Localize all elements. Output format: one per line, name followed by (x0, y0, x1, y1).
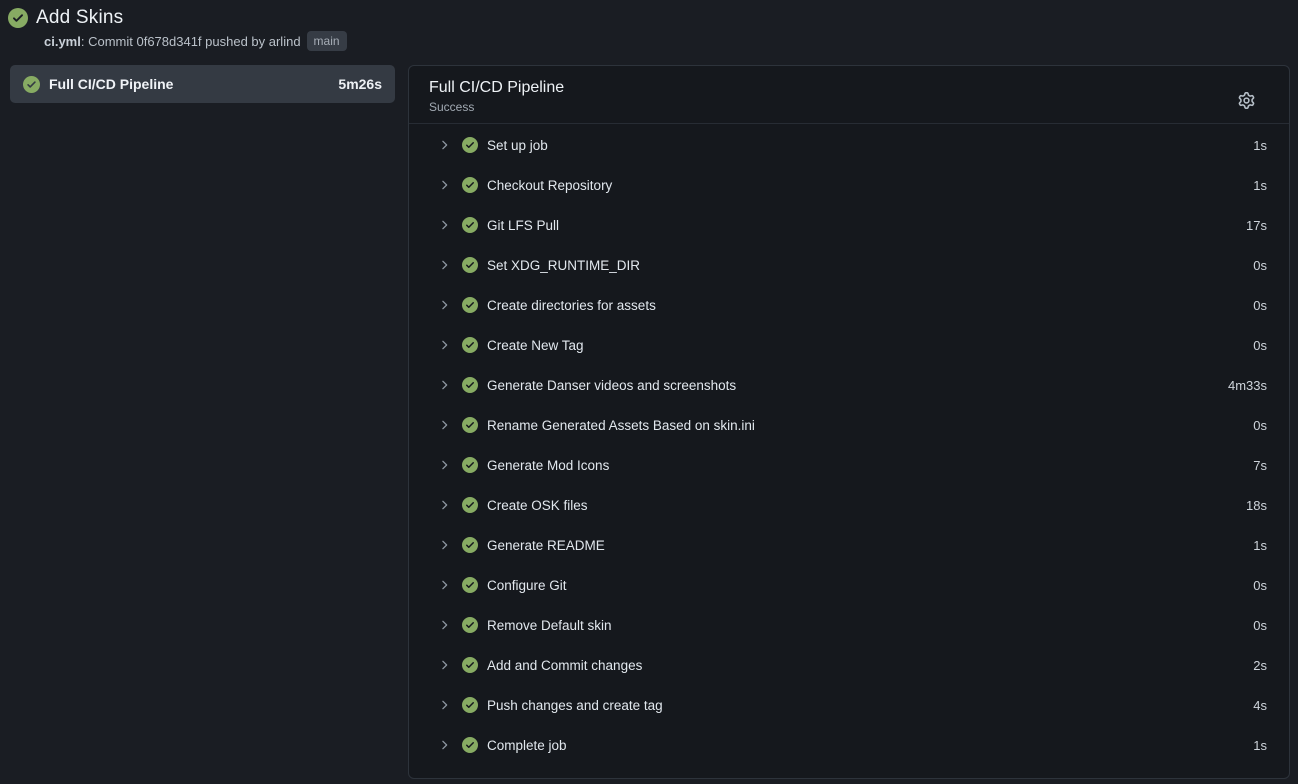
step-name: Add and Commit changes (487, 658, 1253, 673)
step-duration: 0s (1253, 258, 1267, 273)
step-row[interactable]: Push changes and create tag 4s (409, 685, 1289, 725)
step-row[interactable]: Configure Git 0s (409, 565, 1289, 605)
step-success-check-icon (462, 537, 478, 553)
jobs-sidebar: Full CI/CD Pipeline 5m26s (10, 65, 395, 779)
step-success-check-icon (462, 417, 478, 433)
chevron-right-icon[interactable] (437, 418, 451, 432)
step-duration: 1s (1253, 138, 1267, 153)
steps-list: Set up job 1s Checkout Repository 1s (409, 124, 1289, 778)
workflow-file-name: ci.yml (44, 34, 81, 49)
chevron-right-icon[interactable] (437, 258, 451, 272)
chevron-right-icon[interactable] (437, 378, 451, 392)
step-name: Generate README (487, 538, 1253, 553)
run-content: Full CI/CD Pipeline 5m26s Full CI/CD Pip… (0, 65, 1298, 779)
step-success-check-icon (462, 177, 478, 193)
step-name: Checkout Repository (487, 178, 1253, 193)
step-duration: 4s (1253, 698, 1267, 713)
step-row[interactable]: Add and Commit changes 2s (409, 645, 1289, 685)
step-duration: 7s (1253, 458, 1267, 473)
step-success-check-icon (462, 617, 478, 633)
step-duration: 0s (1253, 578, 1267, 593)
job-name: Full CI/CD Pipeline (49, 76, 329, 92)
panel-job-status: Success (429, 100, 1233, 114)
gear-icon[interactable] (1233, 87, 1259, 113)
run-subtitle: ci.yml: Commit 0f678d341f pushed by arli… (44, 31, 1286, 51)
step-name: Push changes and create tag (487, 698, 1253, 713)
step-duration: 2s (1253, 658, 1267, 673)
step-success-check-icon (462, 377, 478, 393)
run-success-check-icon (8, 8, 28, 28)
step-name: Remove Default skin (487, 618, 1253, 633)
step-row[interactable]: Git LFS Pull 17s (409, 205, 1289, 245)
step-success-check-icon (462, 697, 478, 713)
chevron-right-icon[interactable] (437, 178, 451, 192)
chevron-right-icon[interactable] (437, 618, 451, 632)
step-success-check-icon (462, 297, 478, 313)
commit-push-text: : Commit 0f678d341f pushed by arlind (81, 34, 301, 49)
run-title: Add Skins (36, 7, 123, 29)
step-duration: 1s (1253, 538, 1267, 553)
step-name: Configure Git (487, 578, 1253, 593)
chevron-right-icon[interactable] (437, 498, 451, 512)
step-row[interactable]: Generate Mod Icons 7s (409, 445, 1289, 485)
step-row[interactable]: Checkout Repository 1s (409, 165, 1289, 205)
chevron-right-icon[interactable] (437, 218, 451, 232)
step-row[interactable]: Create New Tag 0s (409, 325, 1289, 365)
chevron-right-icon[interactable] (437, 338, 451, 352)
step-row[interactable]: Complete job 1s (409, 725, 1289, 765)
step-name: Generate Mod Icons (487, 458, 1253, 473)
chevron-right-icon[interactable] (437, 458, 451, 472)
step-success-check-icon (462, 657, 478, 673)
step-duration: 0s (1253, 338, 1267, 353)
step-name: Complete job (487, 738, 1253, 753)
step-duration: 1s (1253, 738, 1267, 753)
chevron-right-icon[interactable] (437, 738, 451, 752)
step-success-check-icon (462, 217, 478, 233)
step-success-check-icon (462, 577, 478, 593)
step-row[interactable]: Generate README 1s (409, 525, 1289, 565)
panel-header: Full CI/CD Pipeline Success (409, 66, 1289, 124)
step-row[interactable]: Create OSK files 18s (409, 485, 1289, 525)
step-success-check-icon (462, 137, 478, 153)
job-details-panel: Full CI/CD Pipeline Success Set up job 1… (408, 65, 1290, 779)
step-duration: 18s (1246, 498, 1267, 513)
chevron-right-icon[interactable] (437, 298, 451, 312)
step-name: Create New Tag (487, 338, 1253, 353)
job-card[interactable]: Full CI/CD Pipeline 5m26s (10, 65, 395, 103)
step-duration: 17s (1246, 218, 1267, 233)
step-row[interactable]: Set up job 1s (409, 125, 1289, 165)
run-header: Add Skins ci.yml: Commit 0f678d341f push… (0, 0, 1298, 51)
chevron-right-icon[interactable] (437, 658, 451, 672)
chevron-right-icon[interactable] (437, 578, 451, 592)
step-row[interactable]: Remove Default skin 0s (409, 605, 1289, 645)
step-duration: 1s (1253, 178, 1267, 193)
step-name: Generate Danser videos and screenshots (487, 378, 1228, 393)
step-row[interactable]: Set XDG_RUNTIME_DIR 0s (409, 245, 1289, 285)
chevron-right-icon[interactable] (437, 698, 451, 712)
job-success-check-icon (23, 76, 40, 93)
step-success-check-icon (462, 457, 478, 473)
step-duration: 4m33s (1228, 378, 1267, 393)
step-duration: 0s (1253, 418, 1267, 433)
step-duration: 0s (1253, 618, 1267, 633)
step-name: Git LFS Pull (487, 218, 1246, 233)
step-row[interactable]: Create directories for assets 0s (409, 285, 1289, 325)
step-duration: 0s (1253, 298, 1267, 313)
step-success-check-icon (462, 737, 478, 753)
step-success-check-icon (462, 497, 478, 513)
step-row[interactable]: Generate Danser videos and screenshots 4… (409, 365, 1289, 405)
step-name: Create OSK files (487, 498, 1246, 513)
job-duration: 5m26s (338, 76, 382, 92)
step-name: Create directories for assets (487, 298, 1253, 313)
branch-badge[interactable]: main (307, 31, 347, 51)
chevron-right-icon[interactable] (437, 538, 451, 552)
step-success-check-icon (462, 257, 478, 273)
step-name: Rename Generated Assets Based on skin.in… (487, 418, 1253, 433)
panel-job-title: Full CI/CD Pipeline (429, 79, 1233, 97)
step-success-check-icon (462, 337, 478, 353)
step-name: Set up job (487, 138, 1253, 153)
step-name: Set XDG_RUNTIME_DIR (487, 258, 1253, 273)
chevron-right-icon[interactable] (437, 138, 451, 152)
step-row[interactable]: Rename Generated Assets Based on skin.in… (409, 405, 1289, 445)
